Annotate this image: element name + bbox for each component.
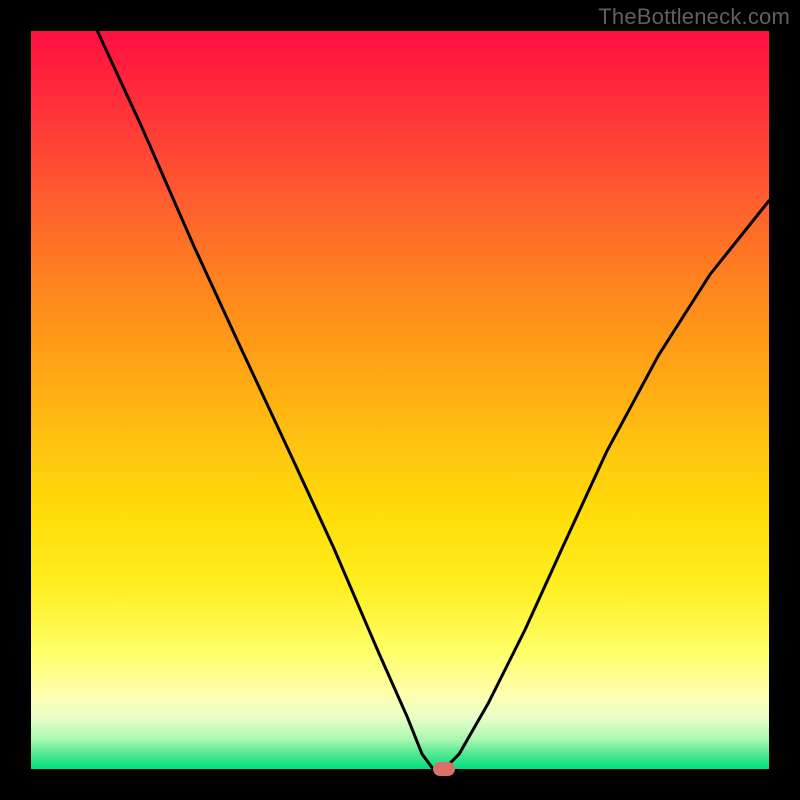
plot-area — [31, 31, 769, 769]
chart-frame: TheBottleneck.com — [0, 0, 800, 800]
optimal-point-marker — [433, 762, 455, 776]
bottleneck-curve — [31, 31, 769, 769]
watermark-text: TheBottleneck.com — [598, 4, 790, 30]
